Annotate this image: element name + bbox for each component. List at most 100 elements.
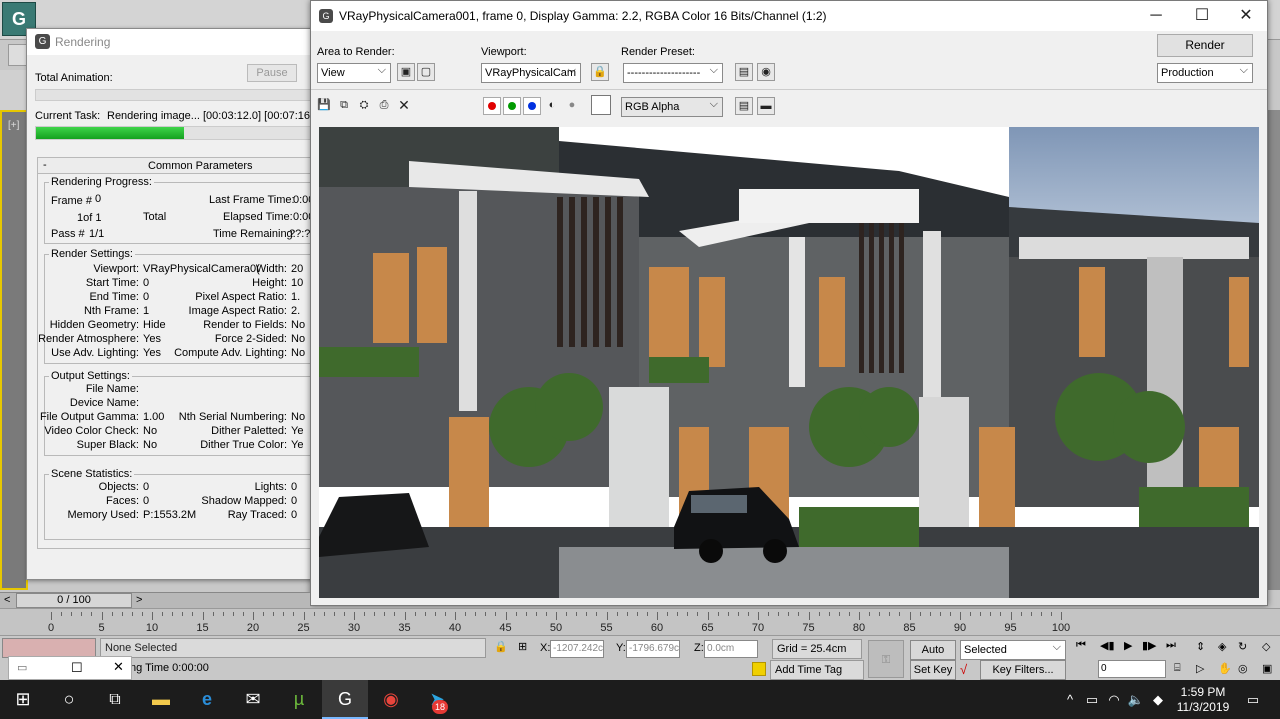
z-coordinate-field[interactable]: 0.0cm xyxy=(704,640,758,658)
clear-icon[interactable]: ✕ xyxy=(395,97,413,115)
maxscript-listener[interactable] xyxy=(2,638,96,658)
utorrent-icon[interactable]: µ xyxy=(276,680,322,719)
auto-key-button[interactable]: Auto Key xyxy=(910,640,956,674)
vfb-title-bar[interactable]: G VRayPhysicalCamera001, frame 0, Displa… xyxy=(311,1,1267,31)
display-correction-icon[interactable]: ▤ xyxy=(735,97,753,115)
green-channel-toggle[interactable] xyxy=(503,97,521,115)
area-to-render-dropdown[interactable]: View xyxy=(317,61,391,83)
close-button[interactable]: ✕ xyxy=(1223,3,1269,29)
render-setup-icon[interactable]: ▤ xyxy=(735,63,753,81)
selected-set-dropdown[interactable]: Selected xyxy=(960,638,1066,660)
default-tangent-icon[interactable]: √ xyxy=(960,662,967,677)
collapse-toggle[interactable]: - xyxy=(43,159,47,171)
next-frame-icon[interactable]: ▮▶ xyxy=(1142,639,1157,652)
clone-icon[interactable]: ⛭ xyxy=(355,97,373,115)
show-hidden-icons[interactable]: ^ xyxy=(1060,680,1080,719)
red-channel-toggle[interactable] xyxy=(483,97,501,115)
y-coordinate-field[interactable]: -1796.679c xyxy=(626,640,680,658)
zoom-icon[interactable]: ⇕ xyxy=(1196,640,1205,653)
set-key-button[interactable]: Set Key xyxy=(910,660,956,680)
go-to-start-icon[interactable]: ⏮ xyxy=(1076,639,1086,652)
key-mode-icon[interactable]: ⌸ xyxy=(1174,662,1181,675)
mono-icon[interactable]: ● xyxy=(563,97,581,115)
auto-region-icon[interactable]: ▢ xyxy=(417,63,435,81)
key-filters-button[interactable]: Key Filters... xyxy=(980,660,1066,680)
render-setting-label-2: Force 2-Sided: xyxy=(214,333,287,345)
viewport-edge[interactable]: [+] xyxy=(0,110,28,590)
previous-frame-icon[interactable]: ◀▮ xyxy=(1100,639,1115,652)
alpha-channel-icon[interactable]: ◐ xyxy=(543,97,561,115)
total-label: Total xyxy=(143,211,167,223)
wifi-icon[interactable]: ◠ xyxy=(1104,680,1124,719)
power-icon[interactable]: ▭ xyxy=(1082,680,1102,719)
minimize-button[interactable]: ─ xyxy=(1133,3,1179,29)
add-time-tag[interactable]: Add Time Tag xyxy=(770,660,864,680)
copy-image-icon[interactable]: ⧉ xyxy=(335,97,353,115)
environment-icon[interactable]: ◉ xyxy=(757,63,775,81)
production-dropdown[interactable]: Production xyxy=(1157,61,1253,83)
timeline-tick xyxy=(303,612,305,620)
timeline-tick xyxy=(101,612,103,620)
timeline-tick xyxy=(1030,612,1032,616)
perspective-icon[interactable]: ◈ xyxy=(1218,640,1226,653)
time-slider-prev[interactable]: < xyxy=(4,594,10,606)
search-icon[interactable]: ○ xyxy=(46,680,92,719)
3ds-max-taskbar-icon[interactable]: G xyxy=(322,680,368,719)
absolute-mode-icon[interactable]: ⊞ xyxy=(518,640,527,653)
rendering-dialog-title[interactable]: G Rendering xyxy=(27,29,325,55)
mini-maximize-button[interactable]: ☐ xyxy=(71,660,83,676)
timeline-tick xyxy=(909,612,911,620)
mini-close-button[interactable]: ✕ xyxy=(113,659,124,675)
viewport-dropdown[interactable]: VRayPhysicalCam xyxy=(481,63,581,83)
frame-icon[interactable]: ▬ xyxy=(757,97,775,115)
walk-through-icon[interactable]: ◎ xyxy=(1238,662,1248,675)
render-button[interactable]: Render xyxy=(1157,34,1253,57)
scene-statistics-group: Scene Statistics: Objects: 0 Lights: 0 Faces… xyxy=(44,468,325,540)
minimized-window[interactable]: ▭ ☐ ✕ xyxy=(8,656,132,680)
task-view-icon[interactable]: ⧉ xyxy=(92,680,138,719)
print-icon[interactable]: ⎙ xyxy=(375,97,393,115)
pan-icon[interactable]: ✋ xyxy=(1218,662,1232,675)
common-parameters-header[interactable]: - Common Parameters xyxy=(38,158,325,174)
time-slider-thumb[interactable]: 0 / 100 xyxy=(16,593,132,608)
timeline-tick xyxy=(828,612,830,616)
render-setting-label-2: Image Aspect Ratio: xyxy=(188,305,287,317)
viewport-label[interactable]: [+] xyxy=(8,120,19,131)
clock[interactable]: 1:59 PM 11/3/2019 xyxy=(1168,680,1238,719)
timeline-tick xyxy=(929,612,931,616)
key-icon[interactable]: ⚿ xyxy=(868,640,904,678)
render-preset-dropdown[interactable]: -------------------- xyxy=(623,63,723,83)
save-image-icon[interactable]: 💾 xyxy=(315,97,333,115)
dropbox-icon[interactable]: ◆ xyxy=(1148,680,1168,719)
time-slider-next[interactable]: > xyxy=(136,594,142,606)
maximize-viewport-icon[interactable]: ◇ xyxy=(1262,640,1270,653)
file-explorer-icon[interactable]: ▬ xyxy=(138,680,184,719)
current-frame-field[interactable]: 0 xyxy=(1098,660,1166,678)
lock-icon[interactable]: 🔒 xyxy=(591,63,609,81)
background-color-swatch[interactable] xyxy=(591,95,611,115)
field-of-view-icon[interactable]: ▷ xyxy=(1196,662,1204,675)
chrome-icon[interactable]: ◉ xyxy=(368,680,414,719)
edit-region-icon[interactable]: ▣ xyxy=(397,63,415,81)
lock-selection-icon[interactable]: 🔒 xyxy=(494,640,508,653)
edge-icon[interactable]: e xyxy=(184,680,230,719)
notifications-icon[interactable]: ▭ xyxy=(1236,680,1270,719)
time-tag-icon[interactable] xyxy=(752,662,766,676)
timeline-tick xyxy=(758,612,759,620)
orbit-icon[interactable]: ↻ xyxy=(1238,640,1247,653)
volume-icon[interactable]: 🔈 xyxy=(1126,680,1146,719)
go-to-end-icon[interactable]: ⏭ xyxy=(1166,639,1176,652)
maximize-button[interactable]: ☐ xyxy=(1179,3,1225,29)
time-slider[interactable]: < 0 / 100 > xyxy=(0,592,310,608)
blue-channel-toggle[interactable] xyxy=(523,97,541,115)
pause-button[interactable]: Pause xyxy=(247,64,297,82)
timeline-tick-label: 55 xyxy=(600,622,613,634)
rendered-image[interactable] xyxy=(319,127,1259,598)
min-max-toggle-icon[interactable]: ▣ xyxy=(1262,662,1272,675)
play-icon[interactable]: ▶ xyxy=(1124,639,1132,652)
mail-icon[interactable]: ✉ xyxy=(230,680,276,719)
start-icon[interactable]: ⊞ xyxy=(0,680,46,719)
channel-dropdown[interactable]: RGB Alpha xyxy=(621,95,723,117)
render-setting-label: End Time: xyxy=(89,291,139,303)
x-coordinate-field[interactable]: -1207.242c xyxy=(550,640,604,658)
